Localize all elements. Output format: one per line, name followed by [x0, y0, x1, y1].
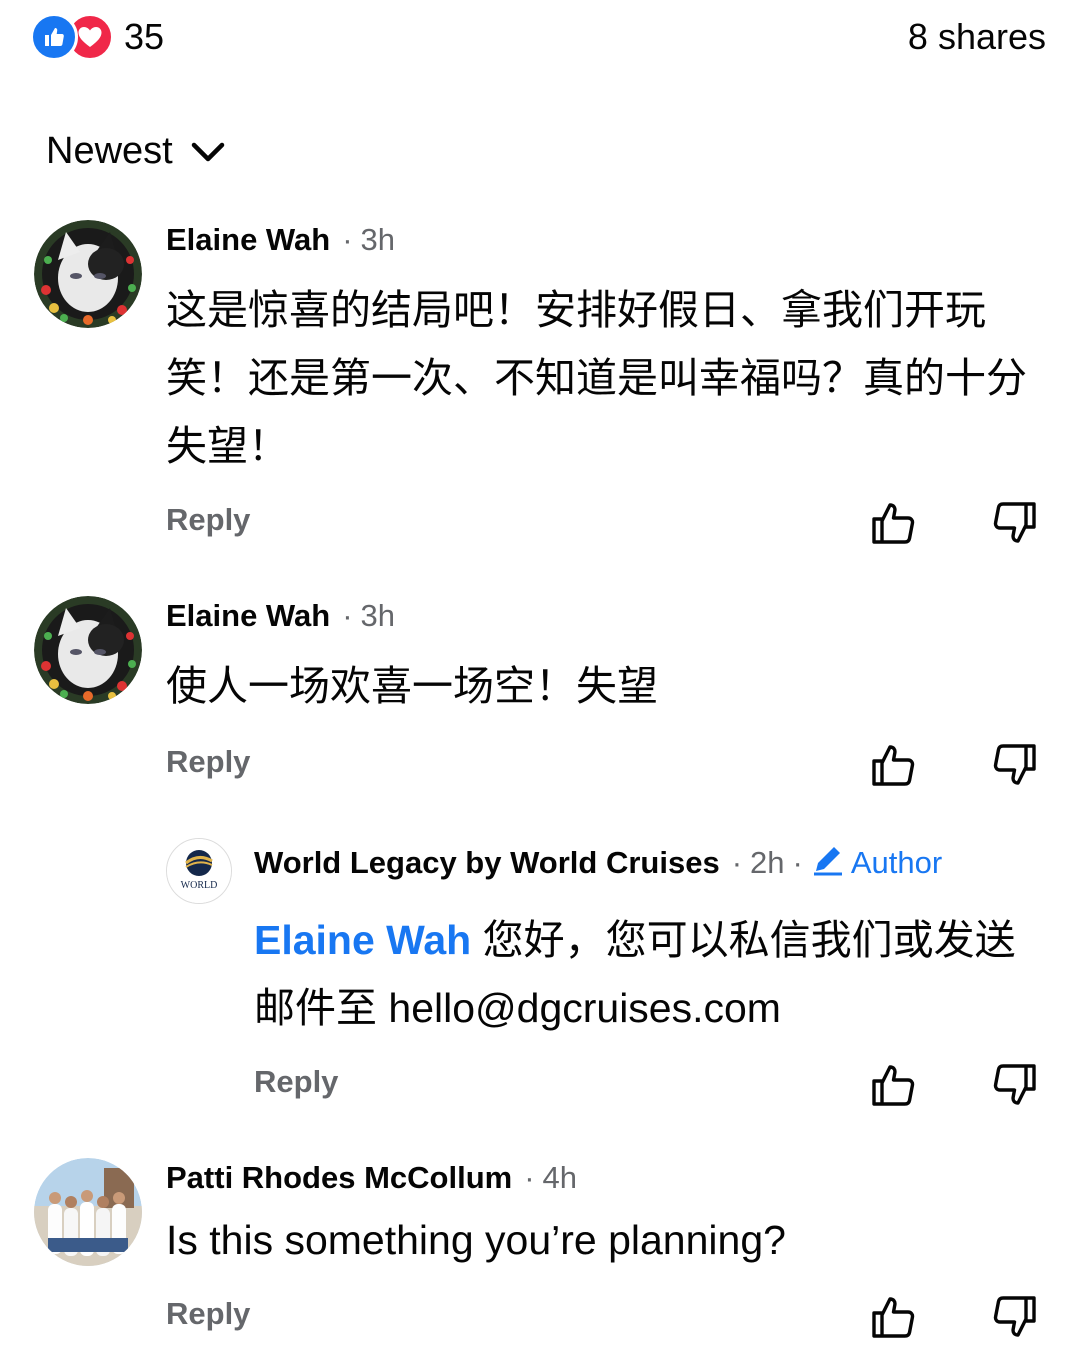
thumbs-down-icon[interactable]	[992, 742, 1038, 788]
avatar[interactable]	[34, 220, 142, 328]
comment-header: Patti Rhodes McCollum · 4h	[166, 1160, 578, 1196]
comment-author[interactable]: World Legacy by World Cruises	[254, 845, 720, 881]
comment-author[interactable]: Elaine Wah	[166, 222, 330, 258]
reply-button[interactable]: Reply	[166, 1296, 250, 1332]
comment-time[interactable]: 3h	[361, 222, 395, 258]
comment-text: Elaine Wah 您好，您可以私信我们或发送邮件至 hello@dgcrui…	[254, 917, 1016, 1031]
thumbs-down-icon[interactable]	[992, 500, 1038, 546]
pencil-icon	[811, 842, 845, 884]
thumbs-down-icon[interactable]	[992, 1062, 1038, 1108]
mention-link[interactable]: Elaine Wah	[254, 917, 471, 963]
comment-author[interactable]: Elaine Wah	[166, 598, 330, 634]
reaction-count: 35	[124, 16, 165, 57]
page-avatar[interactable]: WORLD	[166, 838, 232, 904]
thumbs-up-icon[interactable]	[870, 1062, 916, 1108]
reply-button[interactable]: Reply	[166, 744, 250, 780]
avatar[interactable]	[34, 596, 142, 704]
comment-header: World Legacy by World Cruises · 2h · Aut…	[254, 842, 942, 884]
svg-text:WORLD: WORLD	[181, 880, 218, 891]
like-icon	[30, 13, 78, 61]
comment-header: Elaine Wah · 3h	[166, 222, 396, 258]
chevron-down-icon	[191, 141, 225, 163]
comment-header: Elaine Wah · 3h	[166, 598, 396, 634]
thumbs-up-icon[interactable]	[870, 500, 916, 546]
comment-text: Is this something you’re planning?	[166, 1217, 786, 1263]
comment-time[interactable]: 3h	[361, 598, 395, 634]
avatar[interactable]	[34, 1158, 142, 1266]
comment-author[interactable]: Patti Rhodes McCollum	[166, 1160, 512, 1196]
comment-text: 这是惊喜的结局吧！安排好假日、拿我们开玩笑！还是第一次、不知道是叫幸福吗？真的十…	[166, 287, 1027, 469]
shares-count[interactable]: 8 shares	[908, 14, 1046, 60]
reaction-summary[interactable]: 35	[30, 13, 165, 61]
comment-text: 使人一场欢喜一场空！失望	[166, 663, 658, 709]
comment-sort-dropdown[interactable]: Newest	[46, 130, 225, 173]
thumbs-up-icon[interactable]	[870, 1294, 916, 1340]
reply-button[interactable]: Reply	[166, 502, 250, 538]
author-badge: Author	[811, 842, 942, 884]
sort-label: Newest	[46, 130, 173, 172]
thumbs-down-icon[interactable]	[992, 1294, 1038, 1340]
thumbs-up-icon[interactable]	[870, 742, 916, 788]
reply-button[interactable]: Reply	[254, 1064, 338, 1100]
comment-time[interactable]: 2h	[750, 845, 784, 881]
comment-time[interactable]: 4h	[543, 1160, 577, 1196]
